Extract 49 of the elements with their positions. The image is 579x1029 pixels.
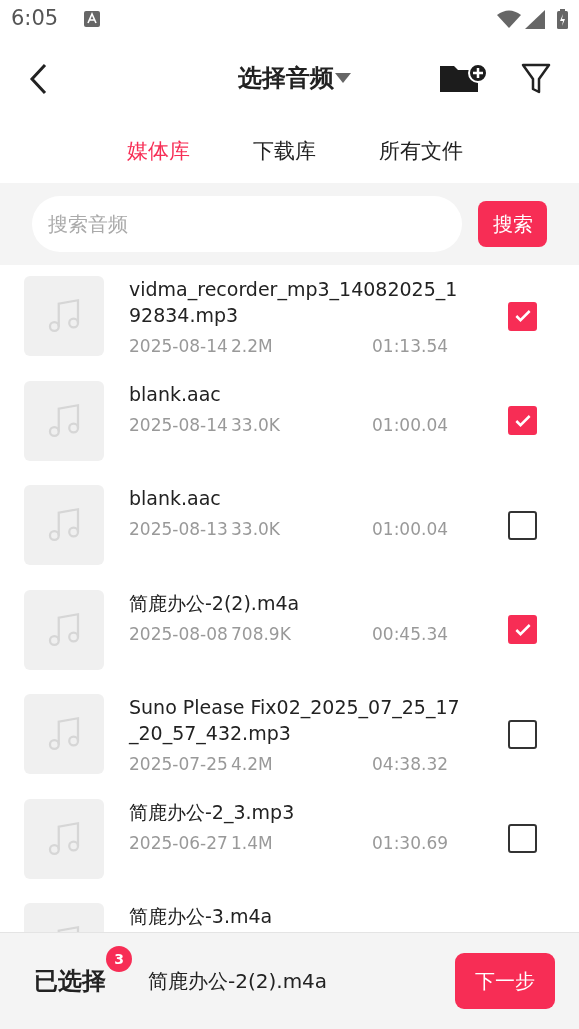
- file-size: 1.4M: [231, 831, 274, 855]
- file-name[interactable]: blank.aac: [129, 380, 469, 407]
- wifi-icon: [497, 10, 521, 28]
- file-duration: 00:45.34: [372, 622, 449, 646]
- tab[interactable]: 媒体库: [127, 135, 190, 168]
- add-folder-icon[interactable]: [440, 63, 487, 95]
- file-name[interactable]: 简鹿办公-2(2).m4a: [129, 589, 469, 616]
- checkbox[interactable]: [508, 615, 537, 644]
- page-title[interactable]: 选择音频: [238, 60, 334, 96]
- status-time: 6:05: [11, 5, 59, 33]
- file-size: 4.2M: [231, 753, 274, 776]
- keyboard-icon: [84, 11, 101, 27]
- file-duration: 01:00.04: [372, 518, 449, 541]
- file-size: 2.2M: [231, 335, 274, 358]
- file-name[interactable]: 简鹿办公-2_3.mp3: [129, 798, 469, 825]
- tab[interactable]: 下载库: [253, 135, 316, 168]
- file-date: 2025-08-14: [129, 335, 229, 358]
- tab[interactable]: 所有文件: [379, 135, 463, 168]
- file-date: 2025-08-08: [129, 622, 229, 646]
- checkbox[interactable]: [508, 824, 537, 853]
- file-date: 2025-06-27: [129, 831, 229, 855]
- file-date: 2025-08-13: [129, 518, 229, 541]
- file-name[interactable]: blank.aac: [129, 485, 469, 511]
- dropdown-icon[interactable]: [334, 72, 352, 84]
- file-duration: 01:13.54: [372, 335, 449, 358]
- battery-icon: [557, 9, 568, 29]
- search-field[interactable]: 搜索音频: [32, 196, 463, 252]
- checkbox[interactable]: [508, 510, 537, 540]
- file-date: 2025-08-14: [129, 413, 229, 437]
- checkbox[interactable]: [508, 301, 537, 331]
- file-size: 33.0K: [231, 413, 281, 437]
- file-duration: 01:30.69: [372, 831, 449, 855]
- next-button[interactable]: 下一步: [455, 953, 555, 1009]
- file-date: 2025-07-25: [129, 753, 229, 776]
- selected-file-name: 简鹿办公-2(2).m4a: [148, 968, 328, 995]
- file-name[interactable]: 简鹿办公-3.m4a: [129, 903, 469, 929]
- file-size: 708.9K: [231, 622, 292, 646]
- filter-icon[interactable]: [521, 63, 551, 95]
- count-badge: 3: [106, 946, 132, 972]
- file-name[interactable]: vidma_recorder_mp3_14082025_192834.mp3: [129, 276, 469, 328]
- file-name[interactable]: Suno Please Fix02_2025_07_25_17_20_57_432.mp3: [129, 694, 469, 746]
- checkbox[interactable]: [508, 406, 537, 435]
- file-duration: 01:00.04: [372, 413, 449, 437]
- signal-icon: [525, 9, 545, 29]
- selected-label: 已选择: [34, 967, 106, 995]
- file-size: 33.0K: [231, 518, 281, 541]
- search-button[interactable]: 搜索: [478, 201, 547, 247]
- checkbox[interactable]: [508, 719, 537, 749]
- file-duration: 04:38.32: [372, 753, 449, 776]
